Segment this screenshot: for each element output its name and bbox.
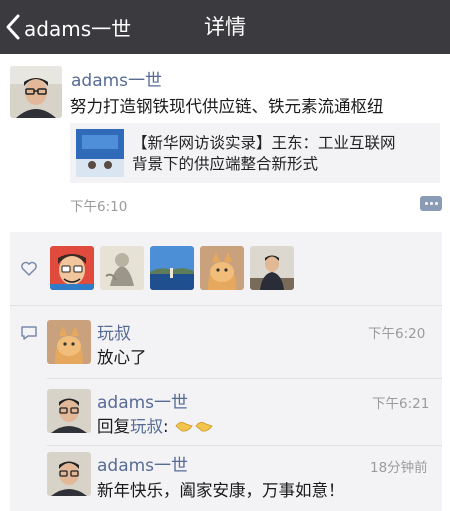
comment-time: 下午6:20 — [368, 326, 426, 342]
link-title: 【新华网访谈实录】王东：工业互联网 背景下的供应端整合新形式 — [132, 133, 432, 175]
liker-avatar[interactable] — [50, 246, 94, 290]
divider — [47, 378, 442, 379]
comment-bubble-icon — [21, 326, 37, 340]
liker-avatar[interactable] — [200, 246, 244, 290]
link-card[interactable]: 【新华网访谈实录】王东：工业互联网 背景下的供应端整合新形式 — [70, 123, 440, 183]
comment-author[interactable]: adams一世 — [97, 451, 188, 476]
comment-author[interactable]: adams一世 — [97, 388, 188, 413]
post-time: 下午6:10 — [70, 199, 128, 215]
comment-time: 18分钟前 — [370, 460, 428, 476]
heart-icon — [21, 261, 37, 276]
reply-colon: : — [163, 417, 169, 436]
page-title: 详情 — [204, 15, 246, 39]
link-title-line-1: 【新华网访谈实录】王东：工业互联网 — [132, 134, 396, 152]
comment-time: 下午6:21 — [372, 396, 430, 412]
comment-reply-text: 回复玩叔: — [97, 413, 214, 437]
nav-bar: adams一世 详情 — [0, 0, 450, 54]
divider — [47, 445, 442, 446]
comment-text: 放心了 — [97, 348, 147, 367]
comment-avatar[interactable] — [47, 452, 91, 496]
post-author-avatar[interactable] — [10, 66, 62, 118]
post-text: 努力打造钢铁现代供应链、铁元素流通枢纽 — [70, 97, 384, 116]
divider — [10, 305, 442, 306]
reply-prefix: 回复 — [97, 417, 130, 436]
liker-avatar[interactable] — [250, 246, 294, 290]
link-title-line-2: 背景下的供应端整合新形式 — [132, 155, 319, 173]
link-thumbnail — [76, 129, 124, 177]
liker-avatar[interactable] — [100, 246, 144, 290]
comment-text: 新年快乐，阖家安康，万事如意！ — [97, 481, 345, 500]
person-avatar-icon — [10, 66, 62, 118]
reply-to-name[interactable]: 玩叔 — [130, 417, 163, 436]
comment-avatar[interactable] — [47, 320, 91, 364]
handshake-emoji-icon — [175, 422, 213, 432]
comment-author[interactable]: 玩叔 — [97, 319, 131, 344]
liker-avatar[interactable] — [150, 246, 194, 290]
comment-avatar[interactable] — [47, 389, 91, 433]
post-author-name[interactable]: adams一世 — [71, 66, 162, 91]
comment-menu-button[interactable] — [420, 196, 442, 211]
